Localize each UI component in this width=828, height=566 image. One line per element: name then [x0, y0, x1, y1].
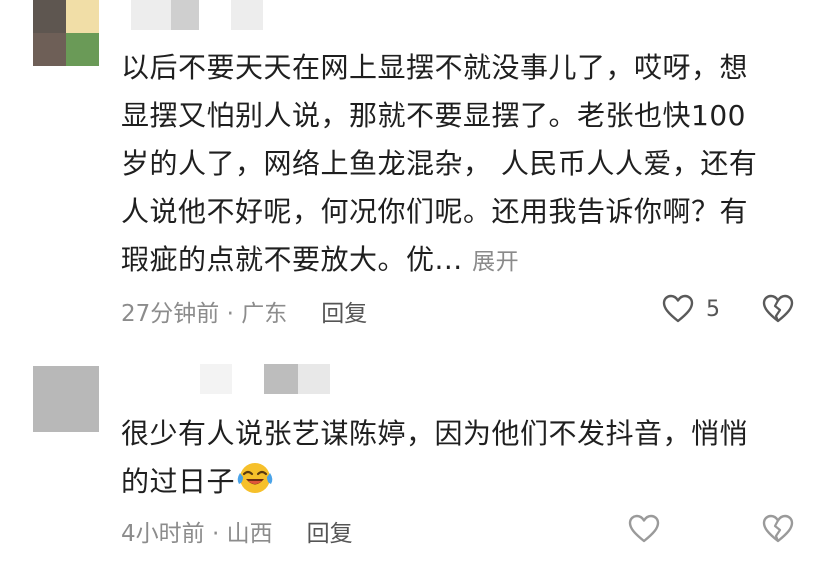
dislike-button[interactable] [762, 294, 794, 328]
crying-laughing-emoji [235, 461, 275, 510]
like-button[interactable] [628, 514, 660, 544]
like-button[interactable]: 5 [662, 294, 720, 324]
location: 山西 [226, 521, 273, 547]
location: 广东 [241, 301, 288, 327]
reply-button[interactable]: 回复 [307, 514, 353, 548]
broken-heart-icon [762, 514, 794, 543]
timestamp: 27分钟前 [121, 301, 220, 327]
comment-text: 很少有人说张艺谋陈婷，因为他们不发抖音，悄悄 的过日子 [121, 410, 801, 510]
timestamp: 4小时前 [121, 521, 205, 547]
like-count: 5 [706, 296, 720, 322]
comment-text: 以后不要天天在网上显摆不就没事儿了，哎呀，想 显摆又怕别人说，那就不要显摆了。老… [121, 51, 758, 276]
separator: · [211, 521, 220, 547]
comment-meta: 27分钟前 · 广东 回复 [121, 294, 367, 328]
heart-outline-icon [662, 294, 694, 323]
comment-meta: 4小时前 · 山西 回复 [121, 514, 353, 548]
broken-heart-icon [762, 294, 794, 323]
expand-link[interactable]: 展开 [472, 249, 519, 275]
dislike-button[interactable] [762, 514, 794, 548]
reply-button[interactable]: 回复 [321, 294, 367, 328]
avatar[interactable] [33, 366, 99, 432]
avatar[interactable] [33, 0, 99, 66]
separator: · [226, 301, 234, 327]
heart-outline-icon [628, 514, 660, 543]
